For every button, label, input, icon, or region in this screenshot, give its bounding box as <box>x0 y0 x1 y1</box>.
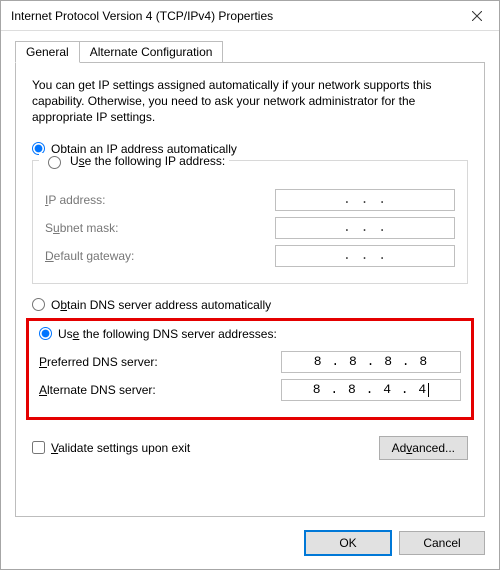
radio-obtain-dns-auto-label: Obtain DNS server address automatically <box>51 298 271 312</box>
row-default-gateway: Default gateway: . . . <box>45 245 455 267</box>
radio-row-use-following-dns[interactable]: Use the following DNS server addresses: <box>39 327 461 345</box>
dialog-footer: OK Cancel <box>1 521 499 569</box>
label-preferred-dns: Preferred DNS server: <box>39 355 158 369</box>
input-alternate-dns[interactable]: 8 . 8 . 4 . 4 <box>281 379 461 401</box>
row-ip-address: IP address: . . . <box>45 189 455 211</box>
text-caret <box>428 383 429 397</box>
tab-panel-general: You can get IP settings assigned automat… <box>15 63 485 517</box>
label-alternate-dns: Alternate DNS server: <box>39 383 156 397</box>
titlebar: Internet Protocol Version 4 (TCP/IPv4) P… <box>1 1 499 31</box>
row-subnet-mask: Subnet mask: . . . <box>45 217 455 239</box>
checkbox-validate-label: Validate settings upon exit <box>51 441 190 455</box>
close-button[interactable] <box>454 1 499 31</box>
radio-obtain-dns-auto[interactable] <box>32 298 45 311</box>
ok-button[interactable]: OK <box>305 531 391 555</box>
input-subnet-mask: . . . <box>275 217 455 239</box>
label-subnet-mask: Subnet mask: <box>45 221 118 235</box>
radio-use-following-dns[interactable] <box>39 327 52 340</box>
radio-use-following-ip[interactable] <box>48 156 61 169</box>
tab-alternate-configuration[interactable]: Alternate Configuration <box>79 41 224 63</box>
label-ip-address: IP address: <box>45 193 106 207</box>
row-preferred-dns: Preferred DNS server: 8 . 8 . 8 . 8 <box>39 351 461 373</box>
radio-use-following-ip-label: Use the following IP address: <box>70 154 225 168</box>
tabstrip: General Alternate Configuration <box>15 39 485 63</box>
input-preferred-dns[interactable]: 8 . 8 . 8 . 8 <box>281 351 461 373</box>
highlight-dns-section: Use the following DNS server addresses: … <box>26 318 474 420</box>
advanced-button[interactable]: Advanced... <box>379 436 468 460</box>
label-default-gateway: Default gateway: <box>45 249 134 263</box>
cancel-button[interactable]: Cancel <box>399 531 485 555</box>
checkbox-validate[interactable] <box>32 441 45 454</box>
group-ip-manual: Use the following IP address: IP address… <box>32 160 468 284</box>
checkbox-row-validate[interactable]: Validate settings upon exit <box>32 441 190 455</box>
input-default-gateway: . . . <box>275 245 455 267</box>
input-ip-address: . . . <box>275 189 455 211</box>
tab-general[interactable]: General <box>15 41 80 63</box>
dialog-window: Internet Protocol Version 4 (TCP/IPv4) P… <box>0 0 500 570</box>
content-area: General Alternate Configuration You can … <box>1 31 499 521</box>
radio-row-obtain-dns-auto[interactable]: Obtain DNS server address automatically <box>32 294 468 316</box>
description-text: You can get IP settings assigned automat… <box>32 77 468 126</box>
radio-row-use-following-ip[interactable]: Use the following IP address: <box>39 153 229 169</box>
window-title: Internet Protocol Version 4 (TCP/IPv4) P… <box>11 9 273 23</box>
radio-use-following-dns-label: Use the following DNS server addresses: <box>58 327 277 341</box>
close-icon <box>472 11 482 21</box>
bottom-row: Validate settings upon exit Advanced... <box>32 436 468 460</box>
row-alternate-dns: Alternate DNS server: 8 . 8 . 4 . 4 <box>39 379 461 401</box>
